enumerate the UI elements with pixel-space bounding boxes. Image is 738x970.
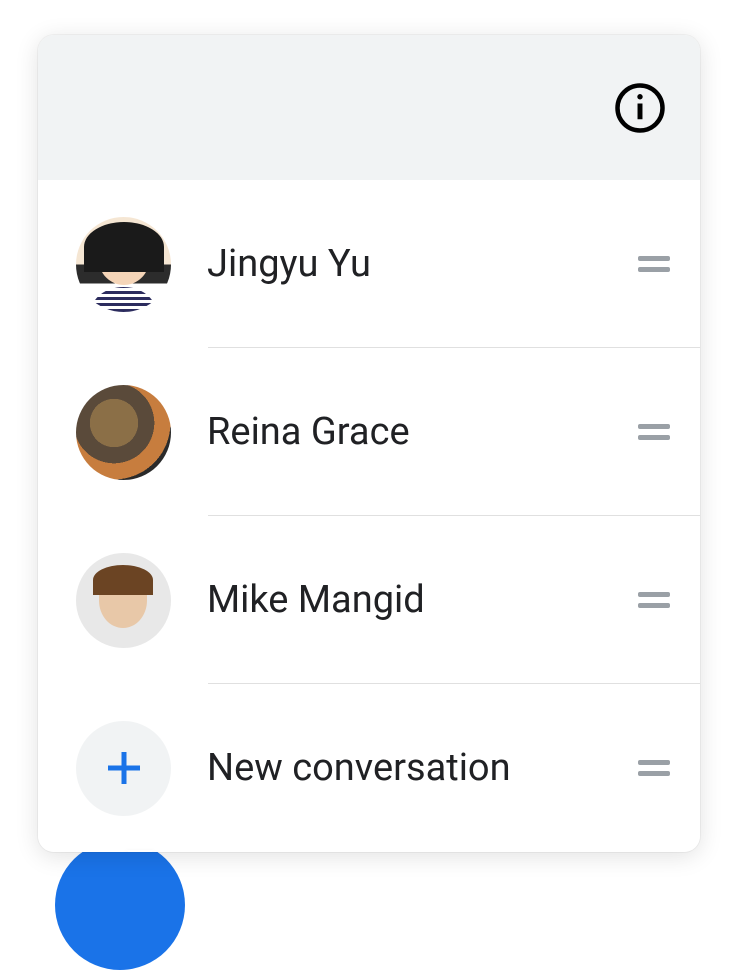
plus-icon — [100, 744, 148, 792]
drag-handle-icon[interactable] — [638, 256, 670, 272]
drag-handle-icon[interactable] — [638, 592, 670, 608]
contact-row[interactable]: Reina Grace — [38, 348, 700, 516]
conversation-list: Jingyu Yu Reina Grace Mike Mangid — [38, 180, 700, 852]
info-icon — [613, 81, 667, 135]
avatar — [76, 385, 171, 480]
contact-name: Reina Grace — [207, 410, 638, 454]
contact-name: Mike Mangid — [207, 578, 638, 622]
info-button[interactable] — [610, 78, 670, 138]
new-conversation-avatar — [76, 721, 171, 816]
contact-row[interactable]: Mike Mangid — [38, 516, 700, 684]
drag-handle-icon[interactable] — [638, 424, 670, 440]
popup-header — [38, 35, 700, 180]
popup-tail — [126, 850, 154, 852]
fab-button[interactable] — [55, 840, 185, 970]
drag-handle-icon[interactable] — [638, 760, 670, 776]
conversation-popup: Jingyu Yu Reina Grace Mike Mangid — [38, 35, 700, 852]
new-conversation-row[interactable]: New conversation — [38, 684, 700, 852]
avatar — [76, 217, 171, 312]
contact-row[interactable]: Jingyu Yu — [38, 180, 700, 348]
avatar — [76, 553, 171, 648]
contact-name: Jingyu Yu — [207, 242, 638, 286]
new-conversation-label: New conversation — [207, 746, 638, 790]
